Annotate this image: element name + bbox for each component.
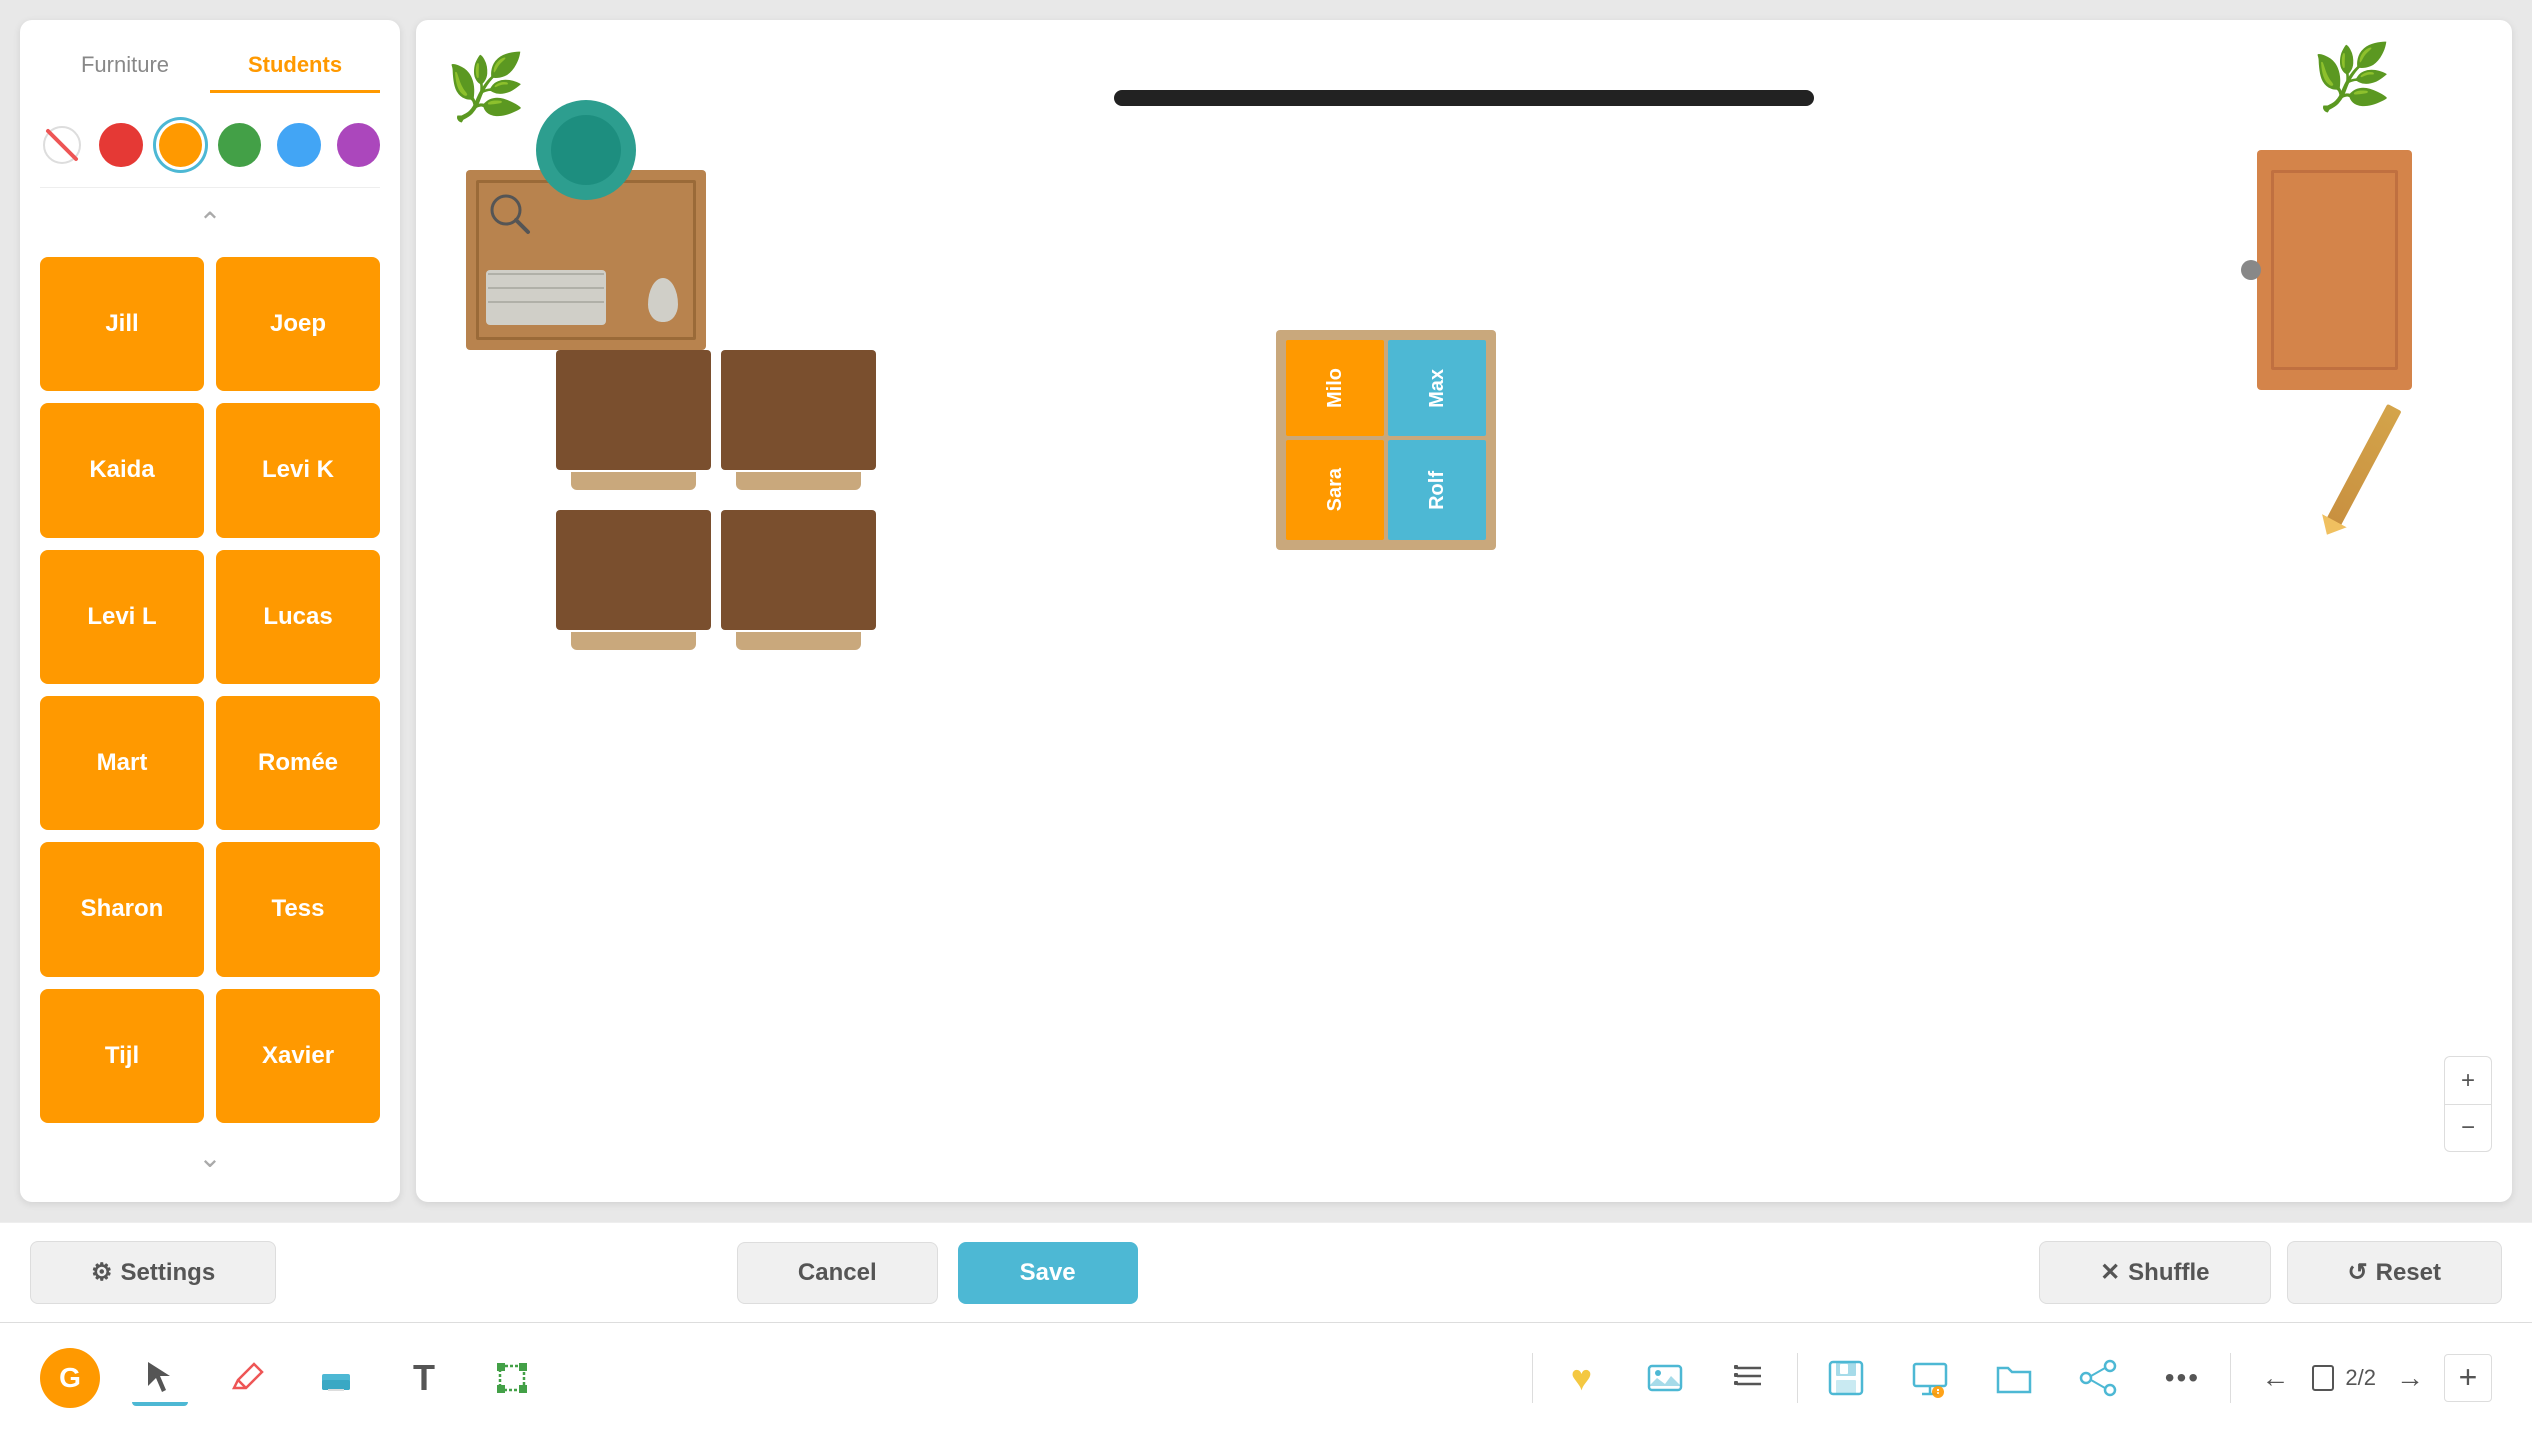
pencil-tool[interactable] xyxy=(220,1350,276,1406)
share-button[interactable] xyxy=(2070,1350,2126,1406)
teacher-desk-area[interactable] xyxy=(466,110,706,350)
desk-row-2[interactable] xyxy=(556,510,876,630)
student-tess[interactable]: Tess xyxy=(216,842,380,976)
list-tool[interactable] xyxy=(1721,1350,1777,1406)
color-purple[interactable] xyxy=(337,123,380,167)
student-joep[interactable]: Joep xyxy=(216,257,380,391)
plant-right: 🌿 xyxy=(2312,40,2392,115)
scroll-down-arrow[interactable]: ⌄ xyxy=(40,1133,380,1182)
add-page-button[interactable]: + xyxy=(2444,1354,2492,1402)
desk-row-1[interactable] xyxy=(556,350,876,470)
zoom-out-button[interactable]: − xyxy=(2444,1104,2492,1152)
color-red[interactable] xyxy=(99,123,142,167)
tab-bar: Furniture Students xyxy=(40,40,380,93)
desk-student-milo: Milo xyxy=(1324,368,1347,408)
group-desk[interactable]: Milo Max Sara Rolf xyxy=(1276,330,1496,550)
color-blue[interactable] xyxy=(277,123,320,167)
image-tool[interactable] xyxy=(1637,1350,1693,1406)
blackboard xyxy=(1114,90,1814,106)
color-orange[interactable] xyxy=(159,123,202,167)
app-logo[interactable]: G xyxy=(40,1348,100,1408)
zoom-in-button[interactable]: + xyxy=(2444,1056,2492,1104)
heart-tool[interactable]: ♥ xyxy=(1553,1350,1609,1406)
desk-student-sara: Sara xyxy=(1324,468,1347,511)
settings-icon: ⚙ xyxy=(91,1258,113,1287)
divider-2 xyxy=(1797,1353,1798,1403)
tab-furniture[interactable]: Furniture xyxy=(40,40,210,93)
student-jill[interactable]: Jill xyxy=(40,257,204,391)
scroll-up-arrow[interactable]: ⌃ xyxy=(40,198,380,247)
page-indicator: 2/2 xyxy=(2345,1365,2376,1391)
zoom-controls: + − xyxy=(2444,1056,2492,1152)
student-sharon[interactable]: Sharon xyxy=(40,842,204,976)
eraser-tool[interactable] xyxy=(308,1350,364,1406)
divider-1 xyxy=(1532,1353,1533,1403)
reset-icon: ↺ xyxy=(2348,1258,2368,1287)
transform-tool[interactable] xyxy=(484,1350,540,1406)
reset-button[interactable]: ↺ Reset xyxy=(2287,1241,2502,1304)
student-lucas[interactable]: Lucas xyxy=(216,550,380,684)
desk-student-max: Max xyxy=(1426,369,1449,408)
left-panel: Furniture Students ⌃ xyxy=(20,20,400,1202)
select-tool[interactable] xyxy=(132,1350,188,1406)
student-levil[interactable]: Levi L xyxy=(40,550,204,684)
save-button[interactable]: Save xyxy=(958,1242,1138,1304)
classroom-canvas[interactable]: 🌿 🌿 xyxy=(416,20,2512,1202)
desk-student-rolf: Rolf xyxy=(1426,471,1449,510)
color-eraser[interactable] xyxy=(40,123,83,167)
divider-3 xyxy=(2230,1353,2231,1403)
student-grid: Jill Joep Kaida Levi K Levi L Lucas Mart… xyxy=(40,247,380,1133)
shuffle-icon: ✕ xyxy=(2100,1258,2120,1287)
cancel-button[interactable]: Cancel xyxy=(737,1242,938,1304)
more-button[interactable]: ••• xyxy=(2154,1350,2210,1406)
action-bar: ⚙ Settings Cancel Save ✕ Shuffle ↺ Reset xyxy=(0,1222,2532,1322)
tool-bar: G T ♥ xyxy=(0,1322,2532,1432)
save-file-button[interactable] xyxy=(1818,1350,1874,1406)
student-romee[interactable]: Romée xyxy=(216,696,380,830)
student-xavier[interactable]: Xavier xyxy=(216,989,380,1123)
student-tijl[interactable]: Tijl xyxy=(40,989,204,1123)
prev-page-button[interactable]: ← xyxy=(2251,1354,2299,1402)
student-levik[interactable]: Levi K xyxy=(216,403,380,537)
color-palette xyxy=(40,113,380,188)
color-green[interactable] xyxy=(218,123,261,167)
pencil xyxy=(2326,404,2401,526)
page-icon xyxy=(2309,1364,2337,1392)
presentation-button[interactable] xyxy=(1902,1350,1958,1406)
folder-button[interactable] xyxy=(1986,1350,2042,1406)
student-kaida[interactable]: Kaida xyxy=(40,403,204,537)
shuffle-button[interactable]: ✕ Shuffle xyxy=(2039,1241,2270,1304)
tab-students[interactable]: Students xyxy=(210,40,380,93)
door xyxy=(2257,150,2412,390)
settings-button[interactable]: ⚙ Settings xyxy=(30,1241,276,1304)
text-tool[interactable]: T xyxy=(396,1350,452,1406)
next-page-button[interactable]: → xyxy=(2386,1354,2434,1402)
student-mart[interactable]: Mart xyxy=(40,696,204,830)
